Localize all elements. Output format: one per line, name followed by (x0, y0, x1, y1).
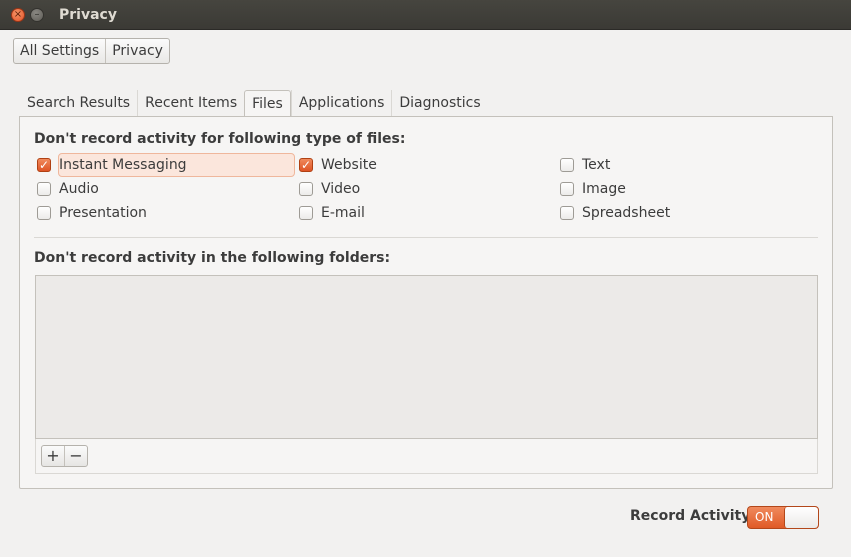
checkbox-box[interactable] (37, 206, 51, 220)
folder-list-toolbar: + − (35, 439, 818, 474)
checkbox-label: Video (321, 181, 361, 197)
file-types-heading: Don't record activity for following type… (34, 131, 406, 147)
excluded-folders-list[interactable] (35, 275, 818, 439)
checkbox-audio[interactable]: Audio (37, 178, 99, 200)
minimize-icon[interactable]: – (30, 8, 44, 22)
breadcrumb: All Settings Privacy (13, 38, 170, 64)
checkbox-box[interactable] (560, 182, 574, 196)
record-activity-label: Record Activity (630, 508, 751, 524)
files-panel: Don't record activity for following type… (19, 116, 833, 489)
add-folder-button[interactable]: + (42, 446, 64, 466)
folders-heading: Don't record activity in the following f… (34, 250, 391, 266)
checkbox-image[interactable]: Image (560, 178, 626, 200)
checkbox-spreadsheet[interactable]: Spreadsheet (560, 202, 670, 224)
checkbox-presentation[interactable]: Presentation (37, 202, 147, 224)
add-remove-group: + − (41, 445, 88, 467)
checkbox-website[interactable]: ✓ Website (299, 154, 377, 176)
breadcrumb-all-settings[interactable]: All Settings (14, 39, 105, 63)
checkbox-label: E-mail (321, 205, 365, 221)
record-activity-switch[interactable]: ON (747, 506, 819, 529)
checkbox-email[interactable]: E-mail (299, 202, 365, 224)
tab-applications[interactable]: Applications (290, 90, 392, 117)
checkbox-box[interactable] (299, 182, 313, 196)
checkbox-label: Website (321, 157, 377, 173)
checkbox-label: Presentation (59, 205, 147, 221)
remove-folder-button[interactable]: − (64, 446, 87, 466)
tab-bar: Search Results Recent Items Files Applic… (20, 90, 490, 117)
checkbox-instant-messaging[interactable]: ✓ Instant Messaging (37, 154, 187, 176)
tab-filler (487, 90, 490, 117)
checkbox-box[interactable] (560, 158, 574, 172)
switch-knob[interactable] (784, 507, 818, 528)
tab-diagnostics[interactable]: Diagnostics (391, 90, 488, 117)
close-glyph: × (13, 9, 23, 20)
minimize-glyph: – (34, 9, 40, 20)
window-titlebar: × – Privacy (0, 0, 851, 30)
tab-files[interactable]: Files (244, 90, 291, 117)
checkbox-label: Text (582, 157, 611, 173)
checkbox-box[interactable]: ✓ (37, 158, 51, 172)
checkbox-box[interactable] (560, 206, 574, 220)
checkbox-text[interactable]: Text (560, 154, 610, 176)
switch-state-label: ON (755, 510, 774, 524)
breadcrumb-privacy[interactable]: Privacy (105, 39, 169, 63)
checkbox-label: Audio (59, 181, 99, 197)
close-icon[interactable]: × (11, 8, 25, 22)
checkbox-box[interactable]: ✓ (299, 158, 313, 172)
checkbox-box[interactable] (299, 206, 313, 220)
checkbox-label: Spreadsheet (582, 205, 671, 221)
checkbox-label: Instant Messaging (59, 157, 187, 173)
checkbox-box[interactable] (37, 182, 51, 196)
tab-recent-items[interactable]: Recent Items (137, 90, 245, 117)
checkbox-label: Image (582, 181, 626, 197)
window-title: Privacy (59, 7, 117, 23)
tab-search-results[interactable]: Search Results (20, 90, 138, 117)
checkbox-video[interactable]: Video (299, 178, 360, 200)
section-divider (34, 237, 818, 238)
